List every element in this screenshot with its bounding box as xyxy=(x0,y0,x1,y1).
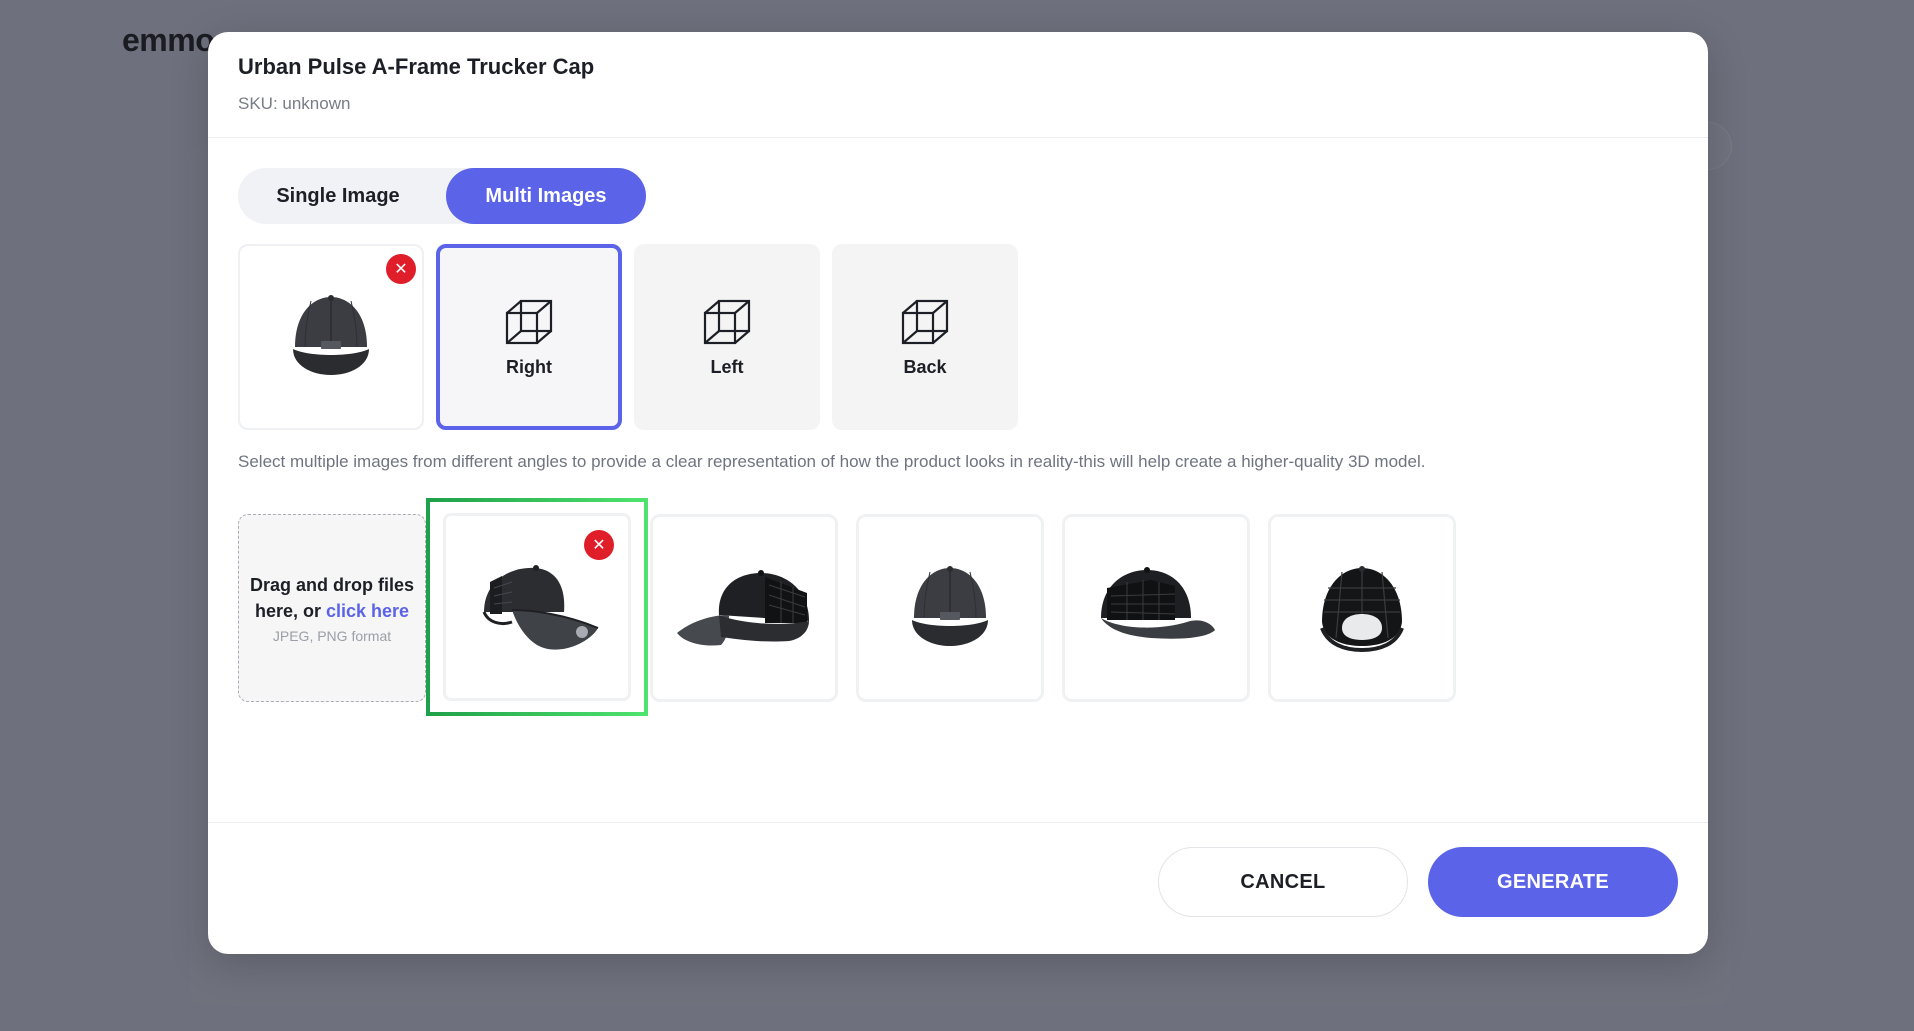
single-image-tab[interactable]: Single Image xyxy=(238,168,438,224)
cancel-button[interactable]: CANCEL xyxy=(1158,847,1408,917)
cube-icon xyxy=(703,299,751,344)
cap-front-image xyxy=(912,566,988,646)
image-mode-toggle: Single Image Multi Images xyxy=(238,168,646,224)
gallery-thumb-selected[interactable]: ✕ xyxy=(426,498,648,716)
cap-right-image xyxy=(482,565,599,650)
modal-footer: CANCEL GENERATE xyxy=(208,823,1708,953)
gallery-thumb[interactable] xyxy=(1062,514,1250,702)
app-logo: emmo xyxy=(122,22,215,58)
instructions-text: Select multiple images from different an… xyxy=(238,452,1426,471)
remove-image-button[interactable]: ✕ xyxy=(386,254,416,284)
dropzone-text: Drag and drop files here, or click here xyxy=(248,572,416,624)
multi-images-tab[interactable]: Multi Images xyxy=(446,168,646,224)
click-here-link[interactable]: click here xyxy=(326,601,409,621)
cube-icon xyxy=(901,299,949,344)
cube-icon xyxy=(505,299,553,344)
product-title: Urban Pulse A-Frame Trucker Cap xyxy=(238,54,595,79)
angle-slot-back[interactable]: Back xyxy=(832,244,1018,430)
generate-button[interactable]: GENERATE xyxy=(1428,847,1678,917)
product-sku: SKU: unknown xyxy=(238,94,351,113)
generate-3d-modal: Urban Pulse A-Frame Trucker Cap SKU: unk… xyxy=(208,32,1708,954)
dropzone-format: JPEG, PNG format xyxy=(272,628,392,644)
angle-slot-right[interactable]: Right xyxy=(436,244,622,430)
remove-image-button[interactable]: ✕ xyxy=(584,530,614,560)
angle-label-right: Right xyxy=(506,356,552,377)
angle-slot-left[interactable]: Left xyxy=(634,244,820,430)
modal-body: Single Image Multi Images ✕ Right Left B… xyxy=(208,138,1708,823)
gallery-thumb[interactable] xyxy=(650,514,838,702)
file-dropzone[interactable]: Drag and drop files here, or click here … xyxy=(238,514,426,702)
gallery-thumb[interactable] xyxy=(1268,514,1456,702)
modal-header: Urban Pulse A-Frame Trucker Cap SKU: unk… xyxy=(208,32,1708,138)
angle-label-back: Back xyxy=(903,356,947,377)
angle-slot-front[interactable]: ✕ xyxy=(238,244,424,430)
cap-left-image xyxy=(677,570,809,646)
angle-label-left: Left xyxy=(710,356,744,377)
cap-front-image xyxy=(293,295,369,375)
cap-three-quarter-back-image xyxy=(1101,567,1215,639)
cap-back-image xyxy=(1320,566,1404,653)
gallery-thumb[interactable] xyxy=(856,514,1044,702)
